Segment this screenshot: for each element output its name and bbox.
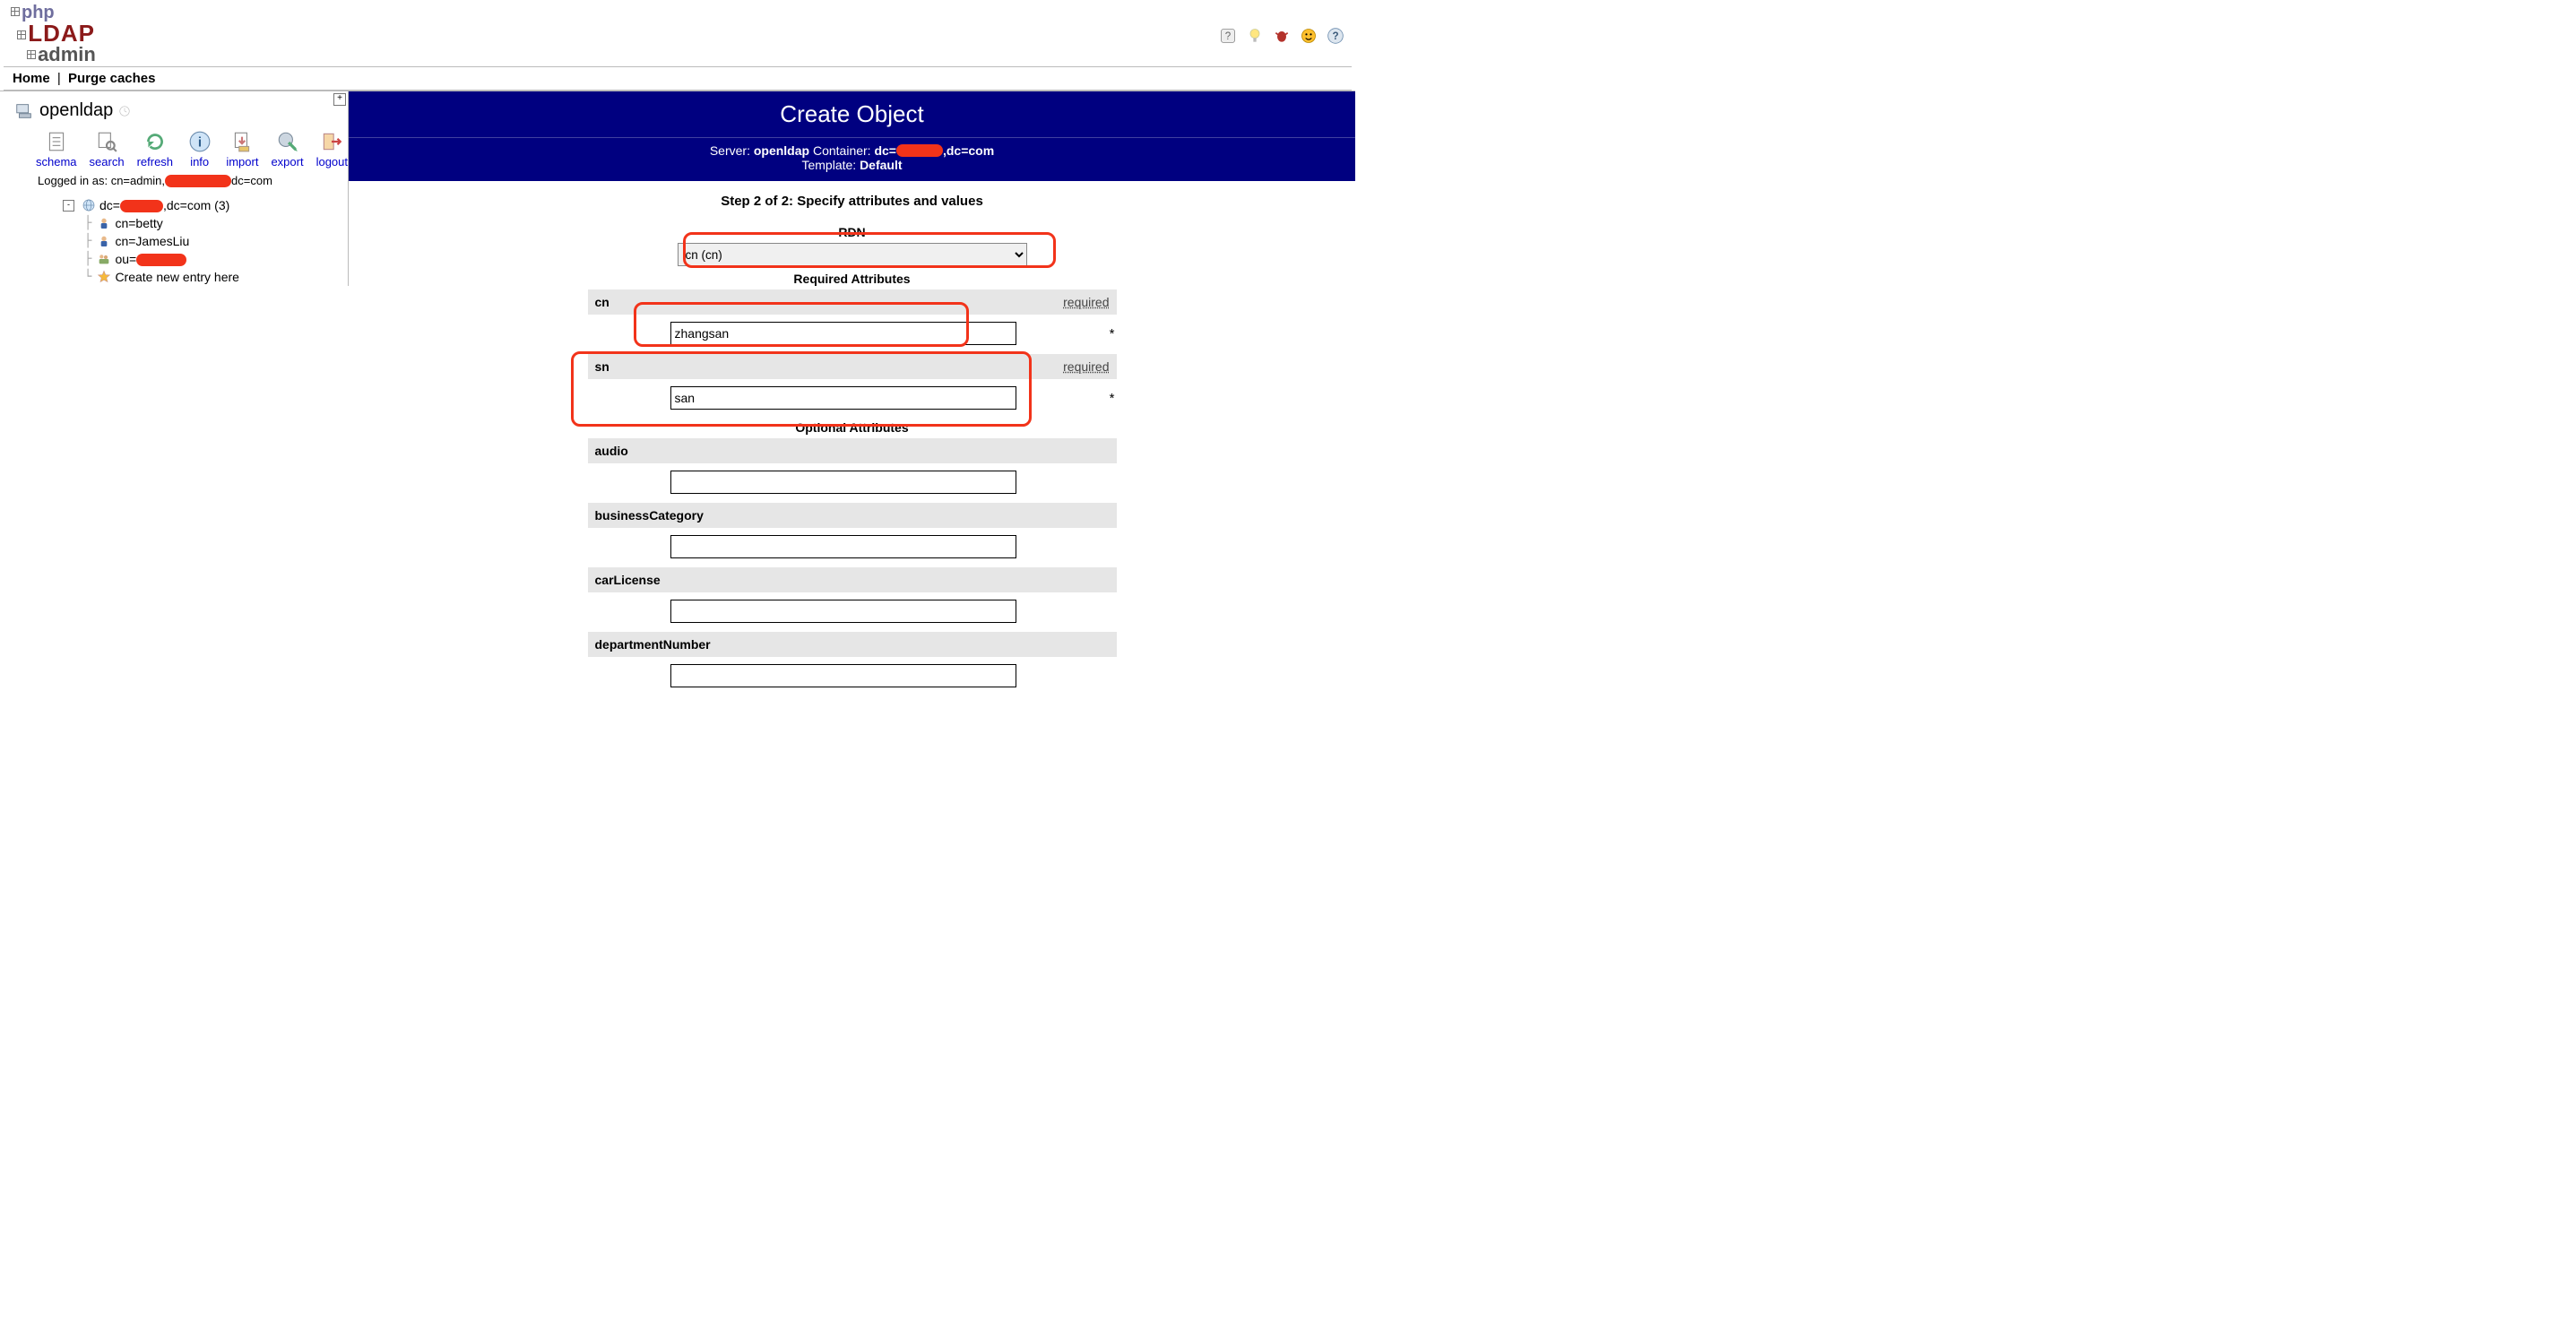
tree-create-new[interactable]: └ Create new entry here <box>63 268 348 286</box>
required-attrs-label: Required Attributes <box>588 272 1117 286</box>
smiley-icon[interactable] <box>1300 27 1318 48</box>
carLicense-header: carLicense <box>588 567 1117 592</box>
sn-header: sn required <box>588 354 1117 379</box>
info-action[interactable]: i info <box>186 130 213 168</box>
help-icon[interactable]: ? <box>1219 27 1237 48</box>
bug-icon[interactable] <box>1273 27 1291 48</box>
home-link[interactable]: Home <box>13 71 50 86</box>
audio-header: audio <box>588 438 1117 463</box>
refresh-icon <box>143 130 167 153</box>
svg-text:?: ? <box>1332 30 1338 42</box>
star-icon <box>97 270 111 284</box>
audio-input[interactable] <box>670 471 1016 494</box>
rdn-select[interactable]: cn (cn) <box>678 243 1027 266</box>
cn-header: cn required <box>588 289 1117 315</box>
server-name-row: openldap <box>0 97 348 125</box>
departmentNumber-header: departmentNumber <box>588 632 1117 657</box>
logout-icon <box>320 130 343 153</box>
schema-action[interactable]: schema <box>36 130 77 168</box>
question-icon[interactable]: ? <box>1327 27 1344 48</box>
person-icon <box>97 234 111 248</box>
server-action-row: schema search refresh i info import expo… <box>0 125 348 170</box>
redacted-segment <box>165 175 231 187</box>
info-icon: i <box>188 130 212 153</box>
top-icon-row: ? ? <box>1219 4 1344 48</box>
step-label: Step 2 of 2: Specify attributes and valu… <box>588 194 1117 209</box>
document-icon <box>45 130 68 153</box>
globe-icon <box>82 198 96 212</box>
import-action[interactable]: import <box>226 130 258 168</box>
create-form: Step 2 of 2: Specify attributes and valu… <box>588 194 1117 696</box>
businessCategory-header: businessCategory <box>588 503 1117 528</box>
header-bar: php LDAP admin ? ? <box>0 0 1355 66</box>
clock-icon <box>118 105 131 117</box>
main-panel: Create Object Server: openldap Container… <box>349 91 1355 696</box>
ldap-tree: - dc=,dc=com (3) ├ cn=betty ├ cn=JamesLi… <box>0 191 348 286</box>
server-name-label: openldap <box>39 100 113 121</box>
tree-entry-betty[interactable]: ├ cn=betty <box>63 214 348 232</box>
tree-entry-jamesliu[interactable]: ├ cn=JamesLiu <box>63 232 348 250</box>
orgunit-icon <box>97 252 111 266</box>
logout-action[interactable]: logout <box>316 130 348 168</box>
refresh-action[interactable]: refresh <box>137 130 173 168</box>
cn-input[interactable] <box>670 322 1016 345</box>
sn-input[interactable] <box>670 386 1016 410</box>
import-icon <box>230 130 254 153</box>
search-action[interactable]: search <box>90 130 125 168</box>
svg-text:?: ? <box>1225 30 1232 42</box>
sidebar: + openldap schema search refresh i info <box>0 91 349 286</box>
logged-in-line: Logged in as: cn=admin,dc=com <box>0 170 348 191</box>
svg-text:i: i <box>198 134 202 150</box>
departmentNumber-input[interactable] <box>670 664 1016 687</box>
sidebar-expand-icon[interactable]: + <box>333 93 346 106</box>
tree-entry-ou[interactable]: ├ ou= <box>63 250 348 268</box>
breadcrumb: Home | Purge caches <box>0 67 1355 90</box>
lightbulb-icon[interactable] <box>1246 27 1264 48</box>
optional-attrs-label: Optional Attributes <box>588 420 1117 435</box>
export-action[interactable]: export <box>271 130 303 168</box>
tree-root[interactable]: - dc=,dc=com (3) <box>63 196 348 214</box>
person-icon <box>97 216 111 230</box>
server-icon <box>14 101 34 121</box>
app-logo: php LDAP admin <box>11 4 96 65</box>
search-icon <box>95 130 118 153</box>
collapse-icon[interactable]: - <box>63 200 74 212</box>
carLicense-input[interactable] <box>670 600 1016 623</box>
required-star: * <box>1110 326 1115 341</box>
businessCategory-input[interactable] <box>670 535 1016 558</box>
required-star: * <box>1110 391 1115 406</box>
purge-caches-link[interactable]: Purge caches <box>68 71 156 86</box>
export-icon <box>276 130 299 153</box>
page-subtitle: Server: openldap Container: dc=,dc=com T… <box>349 137 1355 181</box>
page-title: Create Object <box>349 91 1355 137</box>
rdn-label: RDN <box>588 225 1117 239</box>
